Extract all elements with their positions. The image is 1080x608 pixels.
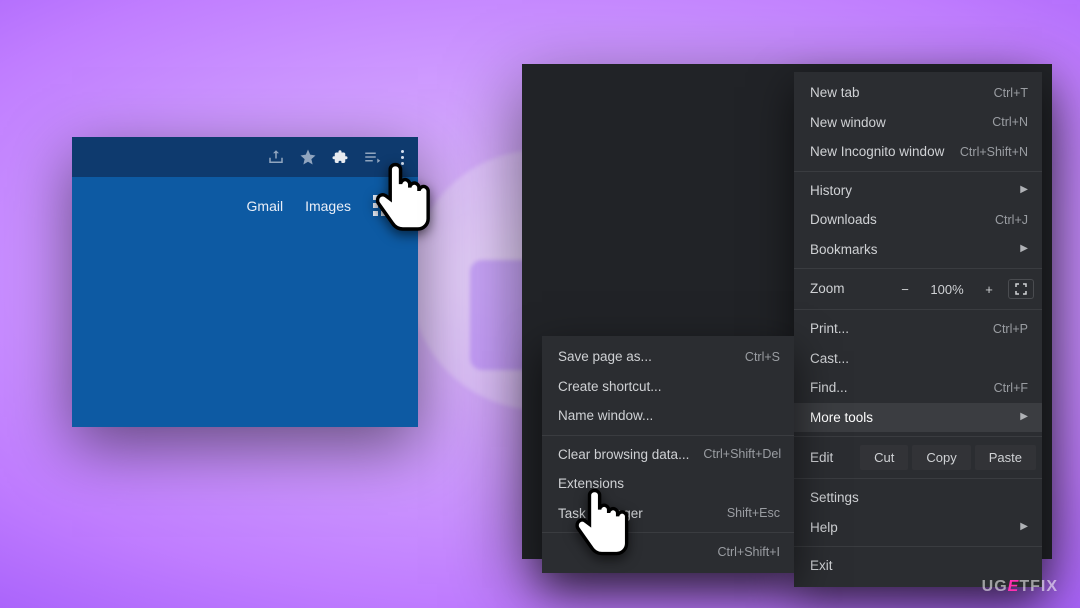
kebab-menu-icon[interactable] xyxy=(401,150,404,165)
menu-separator xyxy=(794,478,1042,479)
images-link[interactable]: Images xyxy=(305,198,351,214)
star-icon[interactable] xyxy=(299,148,317,166)
watermark: UGETFIX xyxy=(982,578,1058,596)
chevron-right-icon: ▶ xyxy=(1020,244,1028,254)
more-tools-submenu: Save page as...Ctrl+S Create shortcut...… xyxy=(542,336,794,573)
menu-separator xyxy=(794,268,1042,269)
submenu-create-shortcut[interactable]: Create shortcut... xyxy=(542,372,794,402)
menu-new-window[interactable]: New windowCtrl+N xyxy=(794,108,1042,138)
menu-new-tab[interactable]: New tabCtrl+T xyxy=(794,78,1042,108)
chrome-main-menu: New tabCtrl+T New windowCtrl+N New Incog… xyxy=(794,72,1042,587)
share-icon[interactable] xyxy=(267,148,285,166)
edit-copy-button[interactable]: Copy xyxy=(912,445,970,470)
left-toolbar xyxy=(72,137,418,177)
menu-downloads[interactable]: DownloadsCtrl+J xyxy=(794,205,1042,235)
menu-separator xyxy=(794,436,1042,437)
chevron-right-icon: ▶ xyxy=(1020,412,1028,422)
zoom-level: 100% xyxy=(924,283,970,296)
right-browser-window: New tabCtrl+T New windowCtrl+N New Incog… xyxy=(522,64,1052,559)
menu-bookmarks[interactable]: Bookmarks▶ xyxy=(794,235,1042,265)
fullscreen-button[interactable] xyxy=(1008,279,1034,299)
menu-help[interactable]: Help▶ xyxy=(794,513,1042,543)
menu-history[interactable]: History▶ xyxy=(794,176,1042,206)
submenu-clear-data[interactable]: Clear browsing data...Ctrl+Shift+Del xyxy=(542,440,794,470)
zoom-out-button[interactable]: − xyxy=(894,283,916,296)
zoom-in-button[interactable]: + xyxy=(978,283,1000,296)
menu-print[interactable]: Print...Ctrl+P xyxy=(794,314,1042,344)
apps-grid-icon[interactable] xyxy=(373,195,394,216)
menu-find[interactable]: Find...Ctrl+F xyxy=(794,373,1042,403)
chevron-right-icon: ▶ xyxy=(1020,185,1028,195)
extensions-icon[interactable] xyxy=(331,148,349,166)
submenu-extensions[interactable]: Extensions xyxy=(542,469,794,499)
menu-incognito[interactable]: New Incognito windowCtrl+Shift+N xyxy=(794,137,1042,167)
menu-separator xyxy=(794,546,1042,547)
left-header-links: Gmail Images xyxy=(72,177,418,216)
left-browser-window: Gmail Images xyxy=(72,137,418,427)
edit-paste-button[interactable]: Paste xyxy=(975,445,1036,470)
menu-zoom: Zoom − 100% + xyxy=(794,273,1042,305)
menu-separator xyxy=(794,309,1042,310)
menu-separator xyxy=(542,435,794,436)
chevron-right-icon: ▶ xyxy=(1020,522,1028,532)
menu-separator xyxy=(542,532,794,533)
gmail-link[interactable]: Gmail xyxy=(247,198,284,214)
edit-cut-button[interactable]: Cut xyxy=(860,445,908,470)
reading-list-icon[interactable] xyxy=(363,148,381,166)
menu-settings[interactable]: Settings xyxy=(794,483,1042,513)
menu-exit[interactable]: Exit xyxy=(794,551,1042,581)
menu-more-tools[interactable]: More tools▶ xyxy=(794,403,1042,433)
submenu-dev-tools[interactable]: Developer toolsCtrl+Shift+I xyxy=(542,537,794,567)
menu-separator xyxy=(794,171,1042,172)
submenu-task-manager[interactable]: Task managerShift+Esc xyxy=(542,499,794,529)
menu-cast[interactable]: Cast... xyxy=(794,344,1042,374)
menu-edit: Edit Cut Copy Paste xyxy=(794,441,1042,474)
submenu-name-window[interactable]: Name window... xyxy=(542,401,794,431)
submenu-save-page[interactable]: Save page as...Ctrl+S xyxy=(542,342,794,372)
